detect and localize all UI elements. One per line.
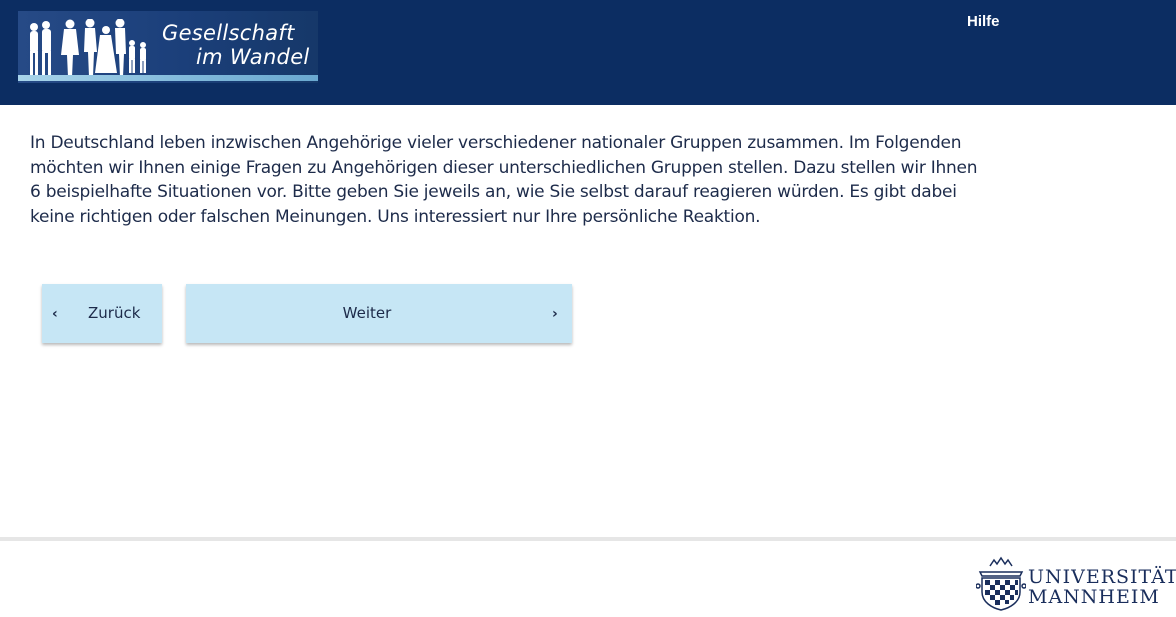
help-link[interactable]: Hilfe: [967, 13, 1000, 30]
university-name-line1: UNIVERSITÄT: [1028, 566, 1176, 588]
next-button[interactable]: Weiter ›: [186, 284, 572, 343]
chevron-right-icon: ›: [552, 306, 558, 322]
logo-text: Gesellschaft im Wandel: [160, 21, 310, 69]
university-name-line2: MANNHEIM: [1028, 586, 1160, 608]
university-name: UNIVERSITÄT MANNHEIM: [1028, 567, 1176, 607]
header: Gesellschaft im Wandel Hilfe: [0, 0, 1176, 105]
chevron-left-icon: ‹: [52, 306, 58, 322]
logo-floor-stripe: [18, 75, 318, 81]
university-crest-icon: [976, 556, 1026, 611]
logo-text-line1: Gesellschaft: [162, 21, 295, 45]
footer-divider: [0, 537, 1176, 541]
universitaet-mannheim-logo: UNIVERSITÄT MANNHEIM: [976, 556, 1176, 612]
back-button[interactable]: ‹ Zurück: [42, 284, 162, 343]
logo-text-line2: im Wandel: [196, 45, 310, 69]
gesellschaft-im-wandel-logo: Gesellschaft im Wandel: [18, 11, 318, 83]
back-button-label: Zurück: [88, 304, 141, 322]
intro-text: In Deutschland leben inzwischen Angehöri…: [30, 133, 978, 227]
next-button-label: Weiter: [342, 304, 392, 322]
people-silhouettes-icon: [30, 19, 146, 77]
